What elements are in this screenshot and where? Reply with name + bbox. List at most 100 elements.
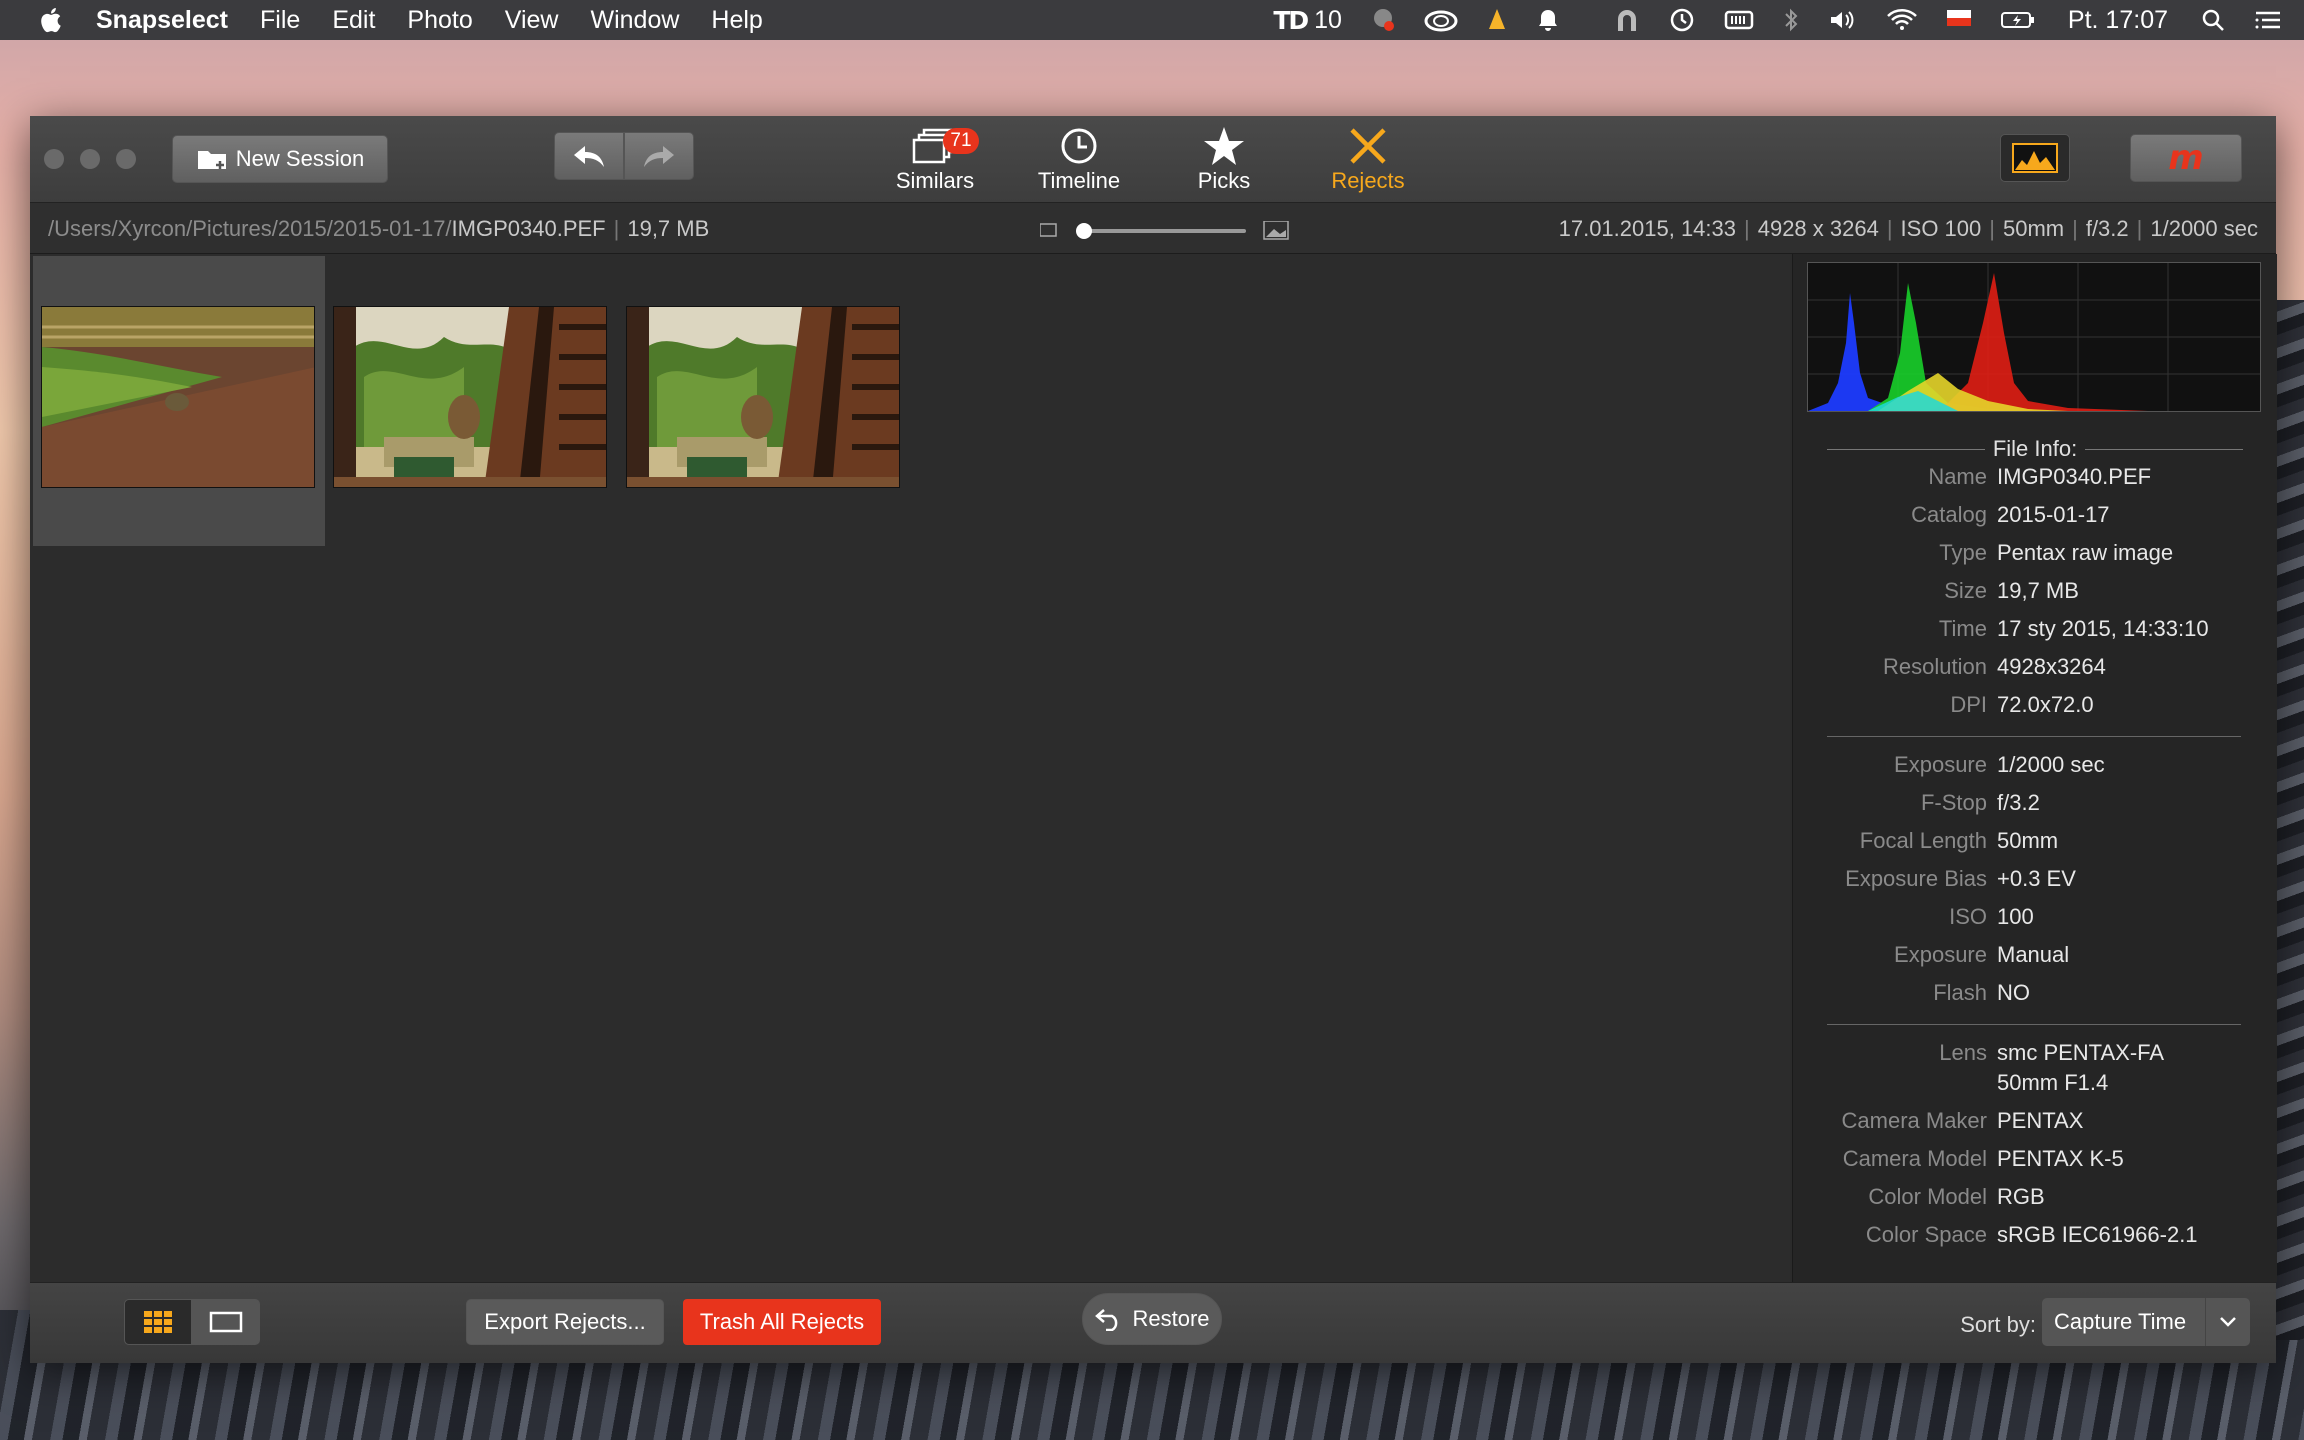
menu-edit[interactable]: Edit <box>332 6 375 35</box>
undo-button[interactable] <box>554 132 624 180</box>
redo-arrow-icon <box>644 146 674 167</box>
info-row-time: Time 17 sty 2015, 14:33:10 <box>1938 616 2209 641</box>
info-row-fstop: F-Stop f/3.2 <box>1920 790 2040 815</box>
star-icon <box>1164 124 1284 168</box>
thumbnail-2[interactable] <box>333 306 607 488</box>
file-info-heading: File Info: <box>1827 436 2243 462</box>
undo-arrow-icon <box>574 146 604 167</box>
app-menu[interactable]: Snapselect <box>96 6 228 35</box>
histogram-icon <box>2012 143 2058 173</box>
sort-by-select[interactable]: Capture Time <box>2042 1298 2250 1346</box>
battery-icon[interactable] <box>2000 8 2036 32</box>
info-row-iso: ISO 100 <box>1949 904 2034 929</box>
input-language-flag-icon[interactable] <box>1946 8 1972 32</box>
file-path: /Users/Xyrcon/Pictures/2015/2015-01-17/I… <box>48 216 710 241</box>
info-row-exposure-mode: Exposure Manual <box>1894 942 2070 967</box>
spotlight-search-icon[interactable] <box>2200 7 2226 33</box>
slider-thumb[interactable] <box>1076 223 1092 239</box>
histogram-toggle-button[interactable] <box>2000 134 2070 182</box>
file-info-bar: /Users/Xyrcon/Pictures/2015/2015-01-17/I… <box>30 203 2276 254</box>
redo-button[interactable] <box>624 132 694 180</box>
apple-menu-icon[interactable] <box>34 6 66 34</box>
info-row-dpi: DPI 72.0x72.0 <box>1950 692 2094 717</box>
restore-label: Restore <box>1132 1306 1210 1331</box>
tab-rejects[interactable]: Rejects <box>1308 124 1428 200</box>
time-machine-icon[interactable] <box>1668 6 1696 34</box>
small-image-icon <box>1039 223 1057 237</box>
thumbnail-3[interactable] <box>626 306 900 488</box>
exif-iso: ISO 100 <box>1900 216 1982 241</box>
minimize-window-button[interactable] <box>80 149 100 169</box>
exif-focal: 50mm <box>2002 216 2065 241</box>
single-view-button[interactable] <box>192 1299 260 1345</box>
magnet-app-button[interactable]: m <box>2130 134 2242 182</box>
file-path-filename: IMGP0340.PEF <box>451 216 606 241</box>
info-row-camera-model: Camera Model PENTAX K-5 <box>1842 1146 2124 1171</box>
tab-similars-label: Similars <box>895 168 975 193</box>
similars-count-badge: 71 <box>943 128 979 154</box>
tab-rejects-label: Rejects <box>1331 168 1405 193</box>
menu-window[interactable]: Window <box>591 6 680 35</box>
close-window-button[interactable] <box>44 149 64 169</box>
cone-icon[interactable] <box>1486 7 1508 33</box>
monkey-icon[interactable] <box>1370 7 1396 33</box>
divider <box>1827 736 2241 737</box>
thumbnail-1[interactable] <box>41 306 315 488</box>
info-row-camera-maker: Camera Maker PENTAX <box>1841 1108 2084 1133</box>
info-row-exposure-bias: Exposure Bias +0.3 EV <box>1845 866 2076 891</box>
rgb-histogram <box>1807 262 2261 412</box>
export-rejects-button[interactable]: Export Rejects... <box>466 1299 664 1345</box>
info-row-flash: Flash NO <box>1933 980 2030 1005</box>
memory-icon[interactable] <box>1724 8 1754 32</box>
lens-second-line: 50mm F1.4 <box>1997 1070 2109 1095</box>
arch-icon[interactable] <box>1614 7 1640 33</box>
bluetooth-icon[interactable] <box>1782 7 1800 33</box>
menu-help[interactable]: Help <box>711 6 762 35</box>
exif-resolution: 4928 x 3264 <box>1757 216 1879 241</box>
grid-view-button[interactable] <box>124 1299 192 1345</box>
tab-timeline[interactable]: Timeline <box>1019 124 1139 200</box>
info-row-name: Name IMGP0340.PEF <box>1928 464 2152 489</box>
notification-bell-icon[interactable] <box>1536 7 1560 33</box>
tab-similars[interactable]: Similars 71 <box>875 124 995 200</box>
info-row-catalog: Catalog 2015-01-17 <box>1911 502 2110 527</box>
exif-fstop: f/3.2 <box>2085 216 2129 241</box>
restore-button[interactable]: Restore <box>1082 1293 1222 1345</box>
new-session-button[interactable]: New Session <box>172 135 388 183</box>
thumbnail-grid <box>30 254 1790 1282</box>
menu-view[interactable]: View <box>505 6 559 35</box>
info-row-lens: Lens smc PENTAX-FA 50mm F1.4 <box>1939 1040 2165 1095</box>
bottom-toolbar: Export Rejects... Trash All Rejects Rest… <box>30 1282 2276 1363</box>
info-row-exposure-time: Exposure 1/2000 sec <box>1894 752 2105 777</box>
td-status-item[interactable]: TD 10 <box>1273 6 1342 35</box>
divider <box>1827 1024 2241 1025</box>
info-row-focal-length: Focal Length 50mm <box>1859 828 2059 853</box>
menu-photo[interactable]: Photo <box>407 6 472 35</box>
zoom-window-button[interactable] <box>116 149 136 169</box>
notification-center-icon[interactable] <box>2254 8 2282 32</box>
file-path-folder: /Users/Xyrcon/Pictures/2015/2015-01-17/ <box>48 216 452 241</box>
menu-file[interactable]: File <box>260 6 300 35</box>
volume-icon[interactable] <box>1828 8 1858 32</box>
single-view-icon <box>209 1311 243 1333</box>
new-session-label: New Session <box>235 146 365 171</box>
new-folder-icon <box>197 151 226 169</box>
exif-shutter: 1/2000 sec <box>2150 216 2258 241</box>
trash-all-rejects-button[interactable]: Trash All Rejects <box>683 1299 881 1345</box>
clock-icon <box>1019 124 1139 168</box>
menubar-clock[interactable]: Pt. 17:07 <box>2068 6 2168 35</box>
info-row-color-space: Color Space sRGB IEC61966-2.1 <box>1865 1222 2198 1247</box>
thumbnail-size-slider[interactable] <box>1039 220 1290 247</box>
info-row-resolution: Resolution 4928x3264 <box>1883 654 2106 679</box>
info-row-color-model: Color Model RGB <box>1868 1184 2045 1209</box>
info-row-type: Type Pentax raw image <box>1939 540 2174 565</box>
tab-picks-label: Picks <box>1197 168 1251 193</box>
tab-timeline-label: Timeline <box>1037 168 1121 193</box>
info-side-panel: File Info: Name IMGP0340.PEF Catalog 2015-… <box>1792 254 2277 1282</box>
creative-cloud-icon[interactable] <box>1424 8 1458 32</box>
wifi-icon[interactable] <box>1886 8 1918 32</box>
menu-bar: Snapselect File Edit Photo View Window H… <box>0 0 2304 40</box>
sort-by-value: Capture Time <box>2054 1309 2187 1334</box>
tab-picks[interactable]: Picks <box>1164 124 1284 200</box>
restore-arrow-icon <box>1095 1309 1118 1331</box>
